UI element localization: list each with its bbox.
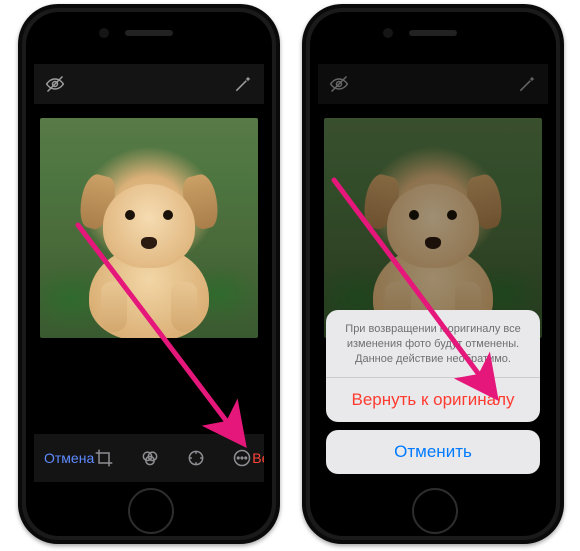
screen-photo-editor: Отмена: [34, 64, 264, 482]
revert-button[interactable]: Вернуть: [252, 450, 264, 466]
editor-bottombar: Отмена: [34, 434, 264, 482]
action-sheet-cancel-button[interactable]: Отменить: [326, 430, 540, 474]
photo-preview[interactable]: [40, 118, 258, 338]
crop-icon[interactable]: [94, 448, 114, 468]
eye-off-icon[interactable]: [44, 74, 66, 94]
home-button[interactable]: [412, 488, 458, 534]
puppy-nose: [141, 237, 157, 249]
filters-icon[interactable]: [140, 448, 160, 468]
more-icon[interactable]: [232, 448, 252, 468]
adjust-icon[interactable]: [186, 448, 206, 468]
action-sheet-card: При возвращении к оригиналу все изменени…: [326, 310, 540, 422]
phone-left: Отмена: [18, 4, 280, 544]
phone-speaker: [125, 30, 173, 36]
action-sheet-cancel-card: Отменить: [326, 430, 540, 474]
phone-front-camera: [383, 28, 393, 38]
revert-to-original-button[interactable]: Вернуть к оригиналу: [326, 378, 540, 422]
phone-front-camera: [99, 28, 109, 38]
phone-right: При возвращении к оригиналу все изменени…: [302, 4, 564, 544]
tool-icons: [94, 448, 252, 468]
phone-speaker: [409, 30, 457, 36]
puppy-head: [103, 184, 195, 268]
action-sheet: При возвращении к оригиналу все изменени…: [326, 310, 540, 474]
home-button[interactable]: [128, 488, 174, 534]
tutorial-two-phones: Отмена: [0, 0, 580, 551]
screen-photo-editor-sheet: При возвращении к оригиналу все изменени…: [318, 64, 548, 482]
magic-wand-icon[interactable]: [232, 74, 254, 94]
puppy-leg: [171, 282, 197, 332]
editor-topbar: [34, 64, 264, 104]
puppy-leg: [101, 282, 127, 332]
action-sheet-message: При возвращении к оригиналу все изменени…: [326, 310, 540, 378]
cancel-button[interactable]: Отмена: [44, 450, 94, 466]
